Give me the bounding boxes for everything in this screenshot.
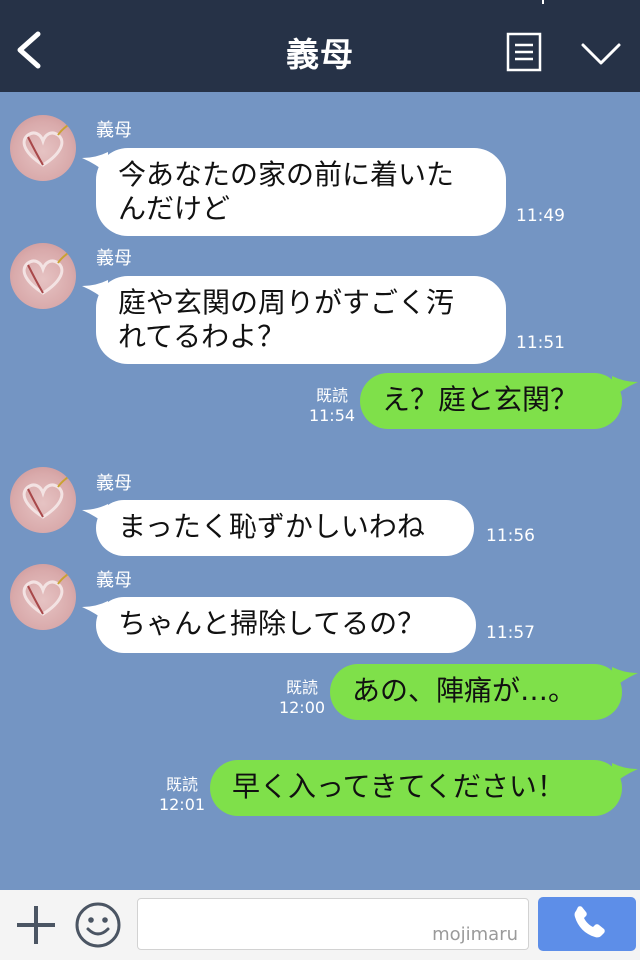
- read-label: 既読: [315, 386, 348, 405]
- message-time: 11:54: [308, 406, 356, 425]
- sender-name: 義母: [96, 570, 132, 591]
- sender-name: 義母: [96, 473, 132, 494]
- message-time: 11:56: [486, 526, 535, 546]
- avatar-heart-icon: [22, 124, 69, 167]
- read-label: 既読: [165, 775, 198, 794]
- avatar[interactable]: [10, 564, 76, 630]
- plus-icon[interactable]: [14, 903, 58, 947]
- message-bubble[interactable]: え？庭と玄関？: [360, 373, 622, 429]
- avatar-heart-icon: [22, 252, 69, 295]
- message-bubble[interactable]: あの、陣痛が…。: [330, 664, 622, 720]
- watermark: mojimaru: [432, 924, 518, 945]
- message-bubble[interactable]: 庭や玄関の周りがすごく汚 れてるわよ？: [96, 276, 506, 364]
- phone-icon: [574, 906, 605, 938]
- message-time: 12:01: [158, 795, 206, 814]
- chat-title: 義母: [286, 35, 354, 74]
- chat-header: 義母: [0, 0, 640, 92]
- call-button[interactable]: [538, 897, 636, 951]
- bubble-tail: [612, 763, 638, 785]
- avatar-heart-icon: [22, 573, 69, 616]
- message-bubble[interactable]: 今あなたの家の前に着いた んだけど: [96, 148, 506, 236]
- sender-name: 義母: [96, 120, 132, 141]
- bubble-tail: [612, 667, 638, 689]
- message-bubble[interactable]: まったく恥ずかしいわね: [96, 500, 474, 556]
- message-time: 11:49: [516, 206, 565, 226]
- message-time: 11:57: [486, 623, 535, 643]
- message-bubble[interactable]: ちゃんと掃除してるの？: [96, 597, 476, 653]
- smile-icon[interactable]: [74, 901, 122, 949]
- avatar-heart-icon: [22, 476, 69, 519]
- message-time: 11:51: [516, 333, 565, 353]
- menu-icon[interactable]: [506, 32, 542, 72]
- status-bar-mark: [542, 0, 544, 4]
- message-input[interactable]: mojimaru: [137, 898, 529, 950]
- sender-name: 義母: [96, 248, 132, 269]
- avatar[interactable]: [10, 467, 76, 533]
- message-list[interactable]: 義母 今あなたの家の前に着いた んだけど 11:49 義母 庭や玄関の周りがすご…: [0, 92, 640, 890]
- read-receipt: 既読 11:54: [306, 386, 358, 426]
- message-time: 12:00: [278, 698, 326, 717]
- message-bubble[interactable]: 早く入ってきてください！: [210, 760, 622, 816]
- avatar[interactable]: [10, 115, 76, 181]
- avatar[interactable]: [10, 243, 76, 309]
- read-receipt: 既読 12:00: [276, 678, 328, 718]
- read-receipt: 既読 12:01: [156, 775, 208, 815]
- chevron-down-icon[interactable]: [580, 40, 622, 68]
- read-label: 既読: [285, 678, 318, 697]
- bubble-tail: [612, 376, 638, 398]
